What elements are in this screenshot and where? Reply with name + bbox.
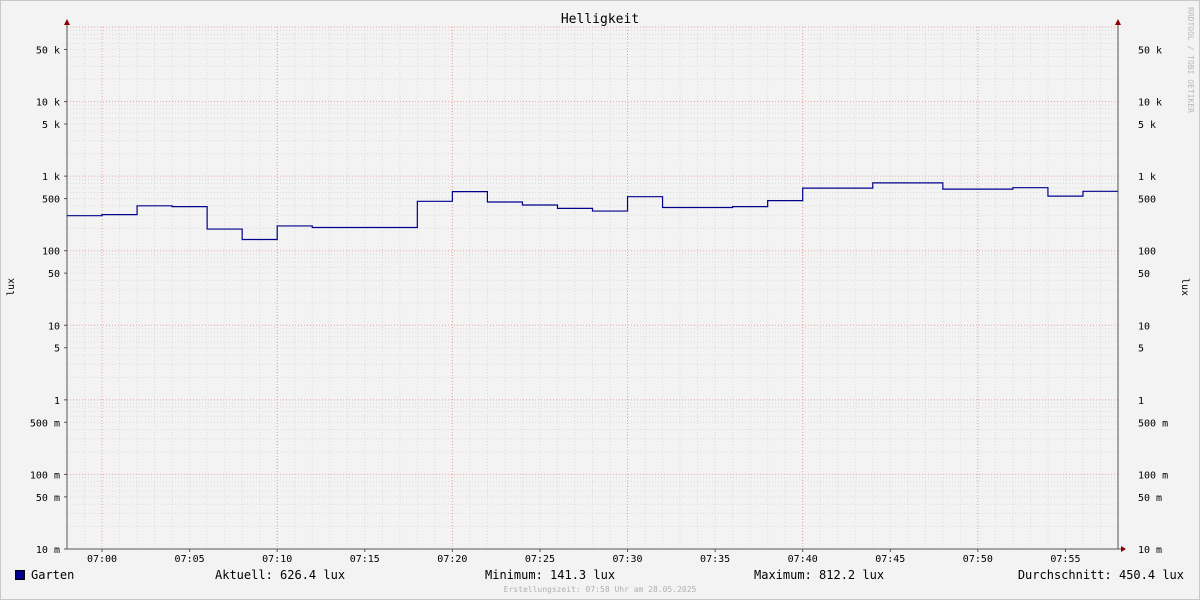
- y-tick-label-left: 5 k: [42, 120, 60, 131]
- minor-grid: [66, 27, 1119, 549]
- y-tick-label-right: 5: [1138, 344, 1144, 355]
- y-tick-label-left: 100: [42, 247, 60, 258]
- y-tick-label-left: 10 m: [36, 545, 60, 556]
- y-tick-label-left: 1 k: [42, 172, 60, 183]
- y-tick-label-left: 50: [48, 269, 60, 280]
- stat-minimum: Minimum: 141.3 lux: [485, 568, 616, 582]
- y-tick-label-right: 1 k: [1138, 172, 1156, 183]
- watermark: RRDTOOL / TOBI OETIKER: [1186, 7, 1195, 113]
- x-tick-labels: 07:00 07:05 07:10 07:15 07:20 07:25 07:30 07:35…: [87, 549, 1081, 565]
- y-tick-label-right: 10 m: [1138, 545, 1162, 556]
- y-tick-label-right: 500: [1138, 195, 1156, 206]
- y-tick-label-left: 1: [54, 396, 60, 407]
- y-tick-label-right: 50 m: [1138, 493, 1162, 504]
- stat-maximum: Maximum: 812.2 lux: [754, 568, 885, 582]
- legend-swatch: [15, 570, 25, 580]
- x-tick-label: 07:00: [87, 554, 117, 565]
- y-tick-label-left: 50 m: [36, 493, 60, 504]
- y-tick-labels: 50 k 50 k 10 k 10 k 5 k 5 k 1 k 1 k 500 500 100 100…: [30, 45, 1168, 556]
- chart-canvas: Helligkeit lux lux RRDTOOL / TOBI OETIKE…: [6, 7, 1195, 565]
- y-tick-label-right: 50 k: [1138, 45, 1162, 56]
- x-tick-label: 07:55: [1050, 554, 1080, 565]
- y-axis-arrow-left: [64, 19, 70, 25]
- y-tick-label-left: 500: [42, 195, 60, 206]
- y-tick-label-right: 100 m: [1138, 470, 1168, 481]
- y-tick-label-right: 5 k: [1138, 120, 1156, 131]
- legend-series-name: Garten: [31, 568, 75, 582]
- x-tick-label: 07:45: [875, 554, 905, 565]
- x-tick-label: 07:40: [788, 554, 818, 565]
- x-axis-arrow: [1121, 546, 1126, 552]
- y-axis-label-right: lux: [1179, 278, 1190, 296]
- x-tick-label: 07:25: [525, 554, 555, 565]
- axes: [64, 19, 1126, 552]
- x-tick-label: 07:35: [700, 554, 730, 565]
- y-tick-label-left: 100 m: [30, 470, 60, 481]
- x-tick-label: 07:50: [963, 554, 993, 565]
- x-tick-label: 07:10: [262, 554, 292, 565]
- creation-time-footer: Erstellungszeit: 07:58 Uhr am 28.05.2025: [503, 585, 697, 594]
- y-tick-label-left: 5: [54, 344, 60, 355]
- y-tick-label-left: 10 k: [36, 98, 60, 109]
- y-tick-label-right: 10 k: [1138, 98, 1162, 109]
- chart-title: Helligkeit: [561, 12, 639, 27]
- stat-average: Durchschnitt: 450.4 lux: [1017, 568, 1184, 582]
- y-tick-label-right: 50: [1138, 269, 1150, 280]
- legend-entry-garten: Garten: [15, 568, 74, 582]
- y-tick-label-left: 500 m: [30, 418, 60, 429]
- y-tick-label-right: 100: [1138, 247, 1156, 258]
- x-tick-label: 07:20: [437, 554, 467, 565]
- y-tick-label-right: 1: [1138, 396, 1144, 407]
- y-axis-label-left: lux: [6, 278, 17, 296]
- y-tick-label-left: 50 k: [36, 45, 60, 56]
- y-tick-label-left: 10: [48, 321, 60, 332]
- y-tick-label-right: 500 m: [1138, 418, 1168, 429]
- stat-current: Aktuell: 626.4 lux: [215, 568, 346, 582]
- x-tick-label: 07:30: [612, 554, 642, 565]
- y-axis-arrow-right: [1115, 19, 1121, 25]
- x-tick-label: 07:15: [350, 554, 380, 565]
- x-tick-label: 07:05: [175, 554, 205, 565]
- y-tick-label-right: 10: [1138, 321, 1150, 332]
